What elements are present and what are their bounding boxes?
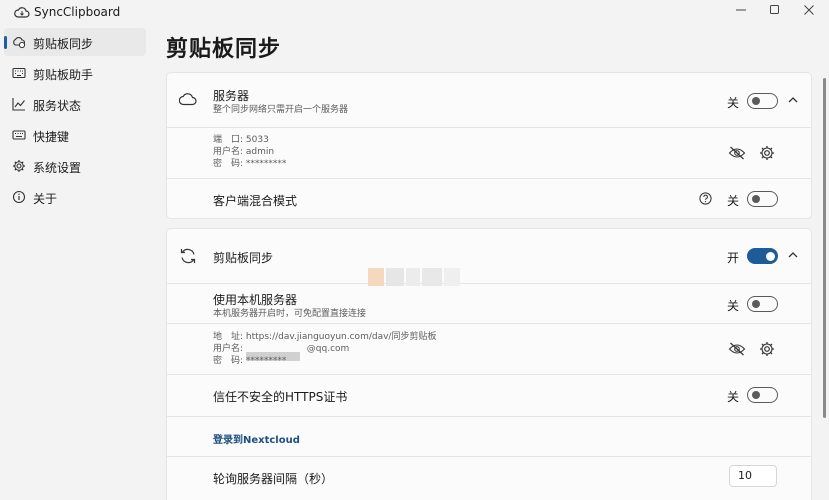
settings-content: 服务器 整个同步网络只需开启一个服务器 关 端 口: 5033 用户名: adm… — [166, 72, 812, 500]
server-username: 用户名: admin — [213, 147, 275, 157]
https-trust-row: 信任不安全的HTTPS证书 关 — [167, 374, 811, 416]
sidebar: 剪贴板同步 剪贴板助手 服务状态 快捷键 系统设置 关于 — [0, 24, 156, 500]
cloud-icon — [179, 93, 197, 106]
server-toggle-state: 关 — [727, 96, 740, 110]
server-settings-button[interactable] — [757, 143, 777, 163]
server-details-row: 端 口: 5033 用户名: admin 密 码: ********* — [167, 127, 811, 178]
server-header-row[interactable]: 服务器 整个同步网络只需开启一个服务器 关 — [167, 73, 811, 127]
chevron-up-icon[interactable] — [788, 96, 798, 104]
sidebar-item-hotkeys[interactable]: 快捷键 — [4, 121, 146, 149]
eye-off-icon — [728, 146, 746, 160]
eye-off-icon — [728, 342, 746, 356]
watermark — [368, 268, 460, 286]
app-title: SyncClipboard — [34, 5, 121, 19]
polling-interval-row: 轮询服务器间隔（秒） 10 — [167, 456, 811, 498]
sidebar-item-label: 系统设置 — [33, 161, 82, 175]
help-icon[interactable] — [699, 192, 712, 205]
show-password-button[interactable] — [727, 143, 747, 163]
close-button[interactable] — [792, 0, 826, 20]
sidebar-item-about[interactable]: 关于 — [4, 183, 146, 211]
sidebar-item-label: 剪贴板同步 — [33, 37, 94, 51]
maximize-button[interactable] — [758, 0, 792, 20]
keyboard-icon — [12, 130, 26, 140]
close-icon — [804, 5, 814, 15]
sidebar-item-label: 剪贴板助手 — [33, 68, 94, 82]
polling-interval-label: 轮询服务器间隔（秒） — [213, 472, 334, 486]
sync-title: 剪贴板同步 — [213, 251, 274, 265]
minimize-icon — [736, 9, 746, 11]
sync-account-row: 地 址: https://dav.jianguoyun.com/dav/同步剪贴… — [167, 323, 811, 374]
https-toggle-state: 关 — [727, 390, 740, 404]
local-server-row: 使用本机服务器 本机服务器开启时，可免配置直接连接 关 — [167, 283, 811, 323]
local-server-toggle[interactable] — [747, 296, 778, 312]
show-password-button[interactable] — [727, 339, 747, 359]
server-card: 服务器 整个同步网络只需开启一个服务器 关 端 口: 5033 用户名: adm… — [166, 72, 812, 219]
mixed-mode-toggle-state: 关 — [727, 194, 740, 208]
sidebar-item-label: 快捷键 — [33, 130, 70, 144]
https-trust-label: 信任不安全的HTTPS证书 — [213, 390, 348, 404]
mixed-mode-label: 客户端混合模式 — [213, 194, 298, 208]
sync-address: 地 址: https://dav.jianguoyun.com/dav/同步剪贴… — [213, 332, 437, 342]
server-subtitle: 整个同步网络只需开启一个服务器 — [213, 105, 349, 115]
sidebar-item-clipboard-assistant[interactable]: 剪贴板助手 — [4, 59, 146, 87]
sync-password: 密 码: ********* — [213, 356, 287, 366]
sync-toggle[interactable] — [747, 248, 778, 264]
info-icon — [12, 190, 26, 204]
title-bar: SyncClipboard — [0, 0, 829, 24]
sync-icon — [180, 248, 196, 264]
sync-username: 用户名: @qq.com — [213, 344, 350, 361]
active-indicator — [4, 36, 7, 49]
app-logo-icon — [14, 7, 30, 18]
page-title: 剪贴板同步 — [166, 37, 282, 62]
https-trust-toggle[interactable] — [747, 387, 778, 403]
polling-interval-input[interactable]: 10 — [729, 465, 777, 487]
sync-settings-button[interactable] — [757, 339, 777, 359]
sidebar-item-label: 服务状态 — [33, 99, 82, 113]
mixed-mode-toggle[interactable] — [747, 191, 778, 207]
sync-username-suffix: @qq.com — [306, 344, 350, 354]
server-port: 端 口: 5033 — [213, 135, 269, 145]
server-toggle[interactable] — [747, 93, 778, 109]
sidebar-item-label: 关于 — [33, 192, 58, 206]
keyboard-icon — [12, 67, 26, 79]
nextcloud-row: 登录到Nextcloud — [167, 416, 811, 456]
scrollbar[interactable] — [823, 78, 826, 418]
chart-icon — [12, 98, 25, 111]
sidebar-item-clipboard-sync[interactable]: 剪贴板同步 — [4, 28, 146, 56]
minimize-button[interactable] — [724, 0, 758, 20]
sync-toggle-state: 开 — [727, 251, 740, 265]
clipboard-sync-icon — [13, 36, 26, 49]
gear-icon — [760, 342, 774, 356]
sidebar-item-service-status[interactable]: 服务状态 — [4, 90, 146, 118]
nextcloud-login-link[interactable]: 登录到Nextcloud — [213, 431, 300, 446]
server-password: 密 码: ********* — [213, 159, 287, 169]
sidebar-item-system-settings[interactable]: 系统设置 — [4, 152, 146, 180]
local-server-subtitle: 本机服务器开启时，可免配置直接连接 — [213, 309, 367, 319]
maximize-icon — [770, 5, 779, 14]
gear-icon — [760, 146, 774, 160]
chevron-up-icon[interactable] — [788, 251, 798, 259]
mixed-mode-row: 客户端混合模式 关 — [167, 178, 811, 218]
sync-header-row[interactable]: 剪贴板同步 开 — [167, 229, 811, 283]
clipboard-sync-card: 剪贴板同步 开 使用本机服务器 本机服务器开启时，可免配置直接连接 关 地 址:… — [166, 228, 812, 500]
gear-icon — [13, 160, 25, 172]
local-server-toggle-state: 关 — [727, 299, 740, 313]
sync-username-prefix: 用户名: — [213, 344, 244, 354]
